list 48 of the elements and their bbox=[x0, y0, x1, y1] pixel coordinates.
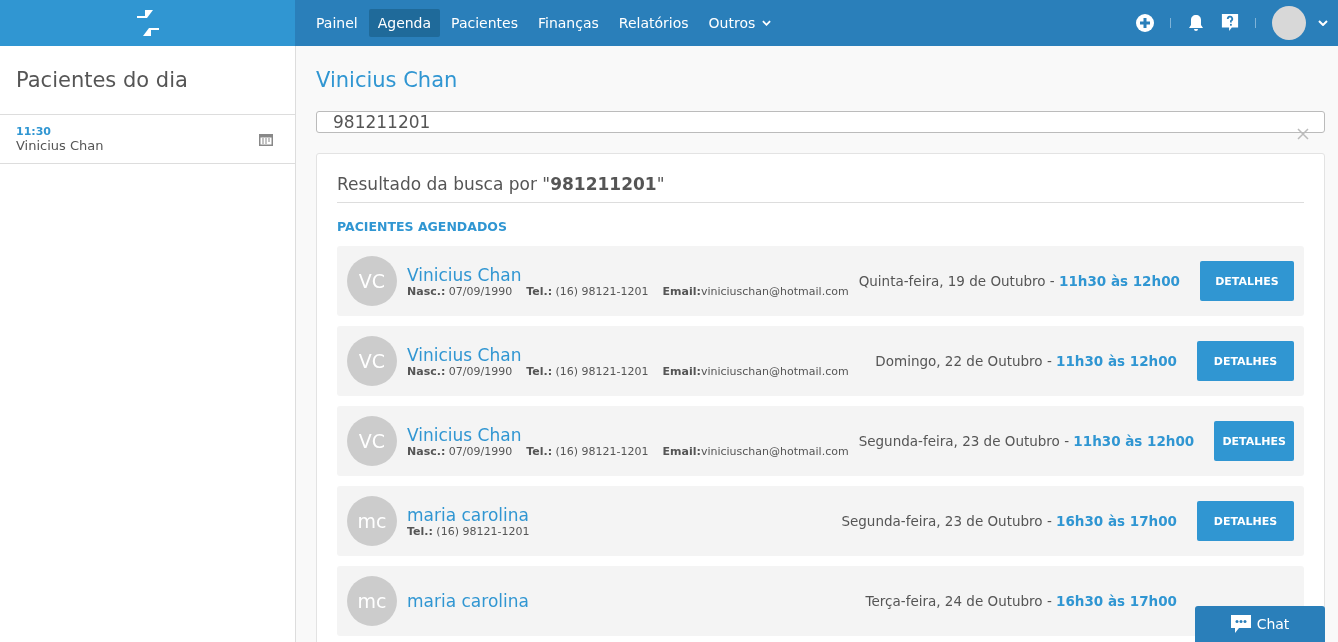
nav-tab[interactable]: Relatórios bbox=[609, 9, 698, 37]
patient-name[interactable]: Vinicius Chan bbox=[407, 344, 866, 365]
help-icon[interactable] bbox=[1221, 14, 1239, 32]
user-avatar[interactable] bbox=[1272, 6, 1306, 40]
sidebar-title: Pacientes do dia bbox=[0, 46, 295, 115]
search-field[interactable]: 981211201 bbox=[316, 111, 1325, 133]
details-button[interactable]: DETALHES bbox=[1197, 501, 1294, 541]
patient-name[interactable]: Vinicius Chan bbox=[407, 424, 849, 445]
section-title: PACIENTES AGENDADOS bbox=[337, 218, 508, 236]
logo-icon bbox=[134, 10, 161, 36]
chat-icon bbox=[1230, 615, 1251, 633]
patient-detail: Tel.: (16) 98121-1201 bbox=[526, 284, 649, 298]
patient-name[interactable]: Vinicius Chan bbox=[407, 264, 849, 285]
bell-icon[interactable] bbox=[1187, 14, 1205, 32]
chat-button[interactable]: Chat bbox=[1195, 606, 1325, 642]
sidebar-item[interactable]: 11:30 Vinicius Chan bbox=[0, 115, 295, 164]
patient-detail: Tel.: (16) 98121-1201 bbox=[407, 524, 530, 538]
page-title: Vinicius Chan bbox=[316, 67, 459, 94]
details-button[interactable]: DETALHES bbox=[1197, 341, 1294, 381]
nav-tab[interactable]: Painel bbox=[307, 9, 367, 37]
patient-name: Vinicius Chan bbox=[16, 138, 104, 153]
appointment-time: 11:30 bbox=[16, 125, 52, 138]
results-heading: Resultado da busca por "981211201" bbox=[337, 174, 1304, 203]
patient-detail: Email:viniciuschan@hotmail.com bbox=[662, 364, 849, 378]
nav-tab[interactable]: Outros bbox=[699, 9, 781, 37]
patient-detail: Nasc.: 07/09/1990 bbox=[407, 364, 513, 378]
patient-name[interactable]: maria carolina bbox=[407, 591, 856, 611]
patient-detail: Email:viniciuschan@hotmail.com bbox=[662, 444, 849, 458]
details-button[interactable]: DETALHES bbox=[1214, 421, 1294, 461]
patient-detail: Nasc.: 07/09/1990 bbox=[407, 444, 513, 458]
patient-detail: Tel.: (16) 98121-1201 bbox=[526, 444, 649, 458]
appointment-date: Domingo, 22 de Outubro - 11h30 às 12h00 bbox=[875, 353, 1177, 369]
appointment-date: Quinta-feira, 19 de Outubro - 11h30 às 12h00 bbox=[858, 273, 1180, 289]
appointment-date: Terça-feira, 24 de Outubro - 16h30 às 17h00 bbox=[865, 593, 1177, 609]
nav-tab[interactable]: Finanças bbox=[528, 9, 608, 37]
appointment-date: Segunda-feira, 23 de Outubro - 11h30 às 12h00 bbox=[858, 433, 1195, 449]
patient-detail: Email:viniciuschan@hotmail.com bbox=[662, 284, 849, 298]
patient-detail: Tel.: (16) 98121-1201 bbox=[526, 364, 649, 378]
nav-tab[interactable]: Pacientes bbox=[442, 9, 527, 37]
add-icon[interactable] bbox=[1136, 14, 1154, 32]
calendar-icon[interactable] bbox=[259, 132, 273, 146]
details-button[interactable]: DETALHES bbox=[1199, 261, 1294, 301]
patient-detail: Nasc.: 07/09/1990 bbox=[407, 284, 513, 298]
nav-tab[interactable]: Agenda bbox=[368, 9, 441, 37]
chevron-down-icon[interactable] bbox=[762, 20, 772, 26]
appointment-date: Segunda-feira, 23 de Outubro - 16h30 às 17h00 bbox=[841, 513, 1177, 529]
chevron-down-icon[interactable] bbox=[1318, 20, 1328, 26]
patient-name[interactable]: maria carolina bbox=[407, 504, 832, 525]
